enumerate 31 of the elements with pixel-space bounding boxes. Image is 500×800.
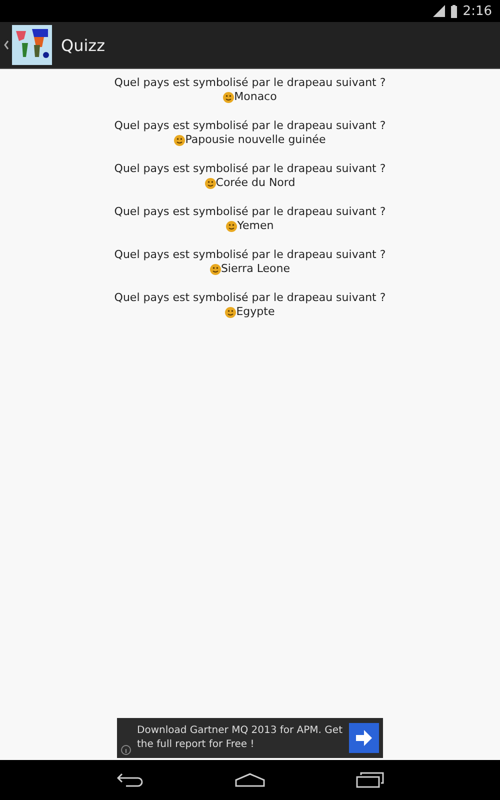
smiley-icon <box>210 264 221 274</box>
question-text: Quel pays est symbolisé par le drapeau suivant ? <box>114 248 386 262</box>
clock-time: 2:16 <box>462 4 492 18</box>
smiley-icon <box>225 306 236 318</box>
answer-text: Corée du Nord <box>216 176 296 190</box>
battery-icon <box>450 4 458 18</box>
question-text: Quel pays est symbolisé par le drapeau suivant ? <box>114 162 386 176</box>
question-text: Quel pays est symbolisé par le drapeau suivant ? <box>114 119 386 133</box>
smiley-icon <box>226 220 238 232</box>
back-icon[interactable] <box>116 773 144 787</box>
info-icon[interactable] <box>121 745 131 755</box>
answer-text: Sierra Leone <box>220 262 290 276</box>
question-text: Quel pays est symbolisé par le drapeau suivant ? <box>114 205 386 219</box>
back-chevron-icon[interactable] <box>4 40 9 50</box>
smiley-icon <box>174 134 186 146</box>
question-text: Quel pays est symbolisé par le drapeau suivant ? <box>114 291 386 305</box>
ad-banner[interactable]: Download Gartner MQ 2013 for APM. Get the full report for Free ! <box>117 718 383 758</box>
question-text: Quel pays est symbolisé par le drapeau suivant ? <box>114 76 386 90</box>
smiley-icon <box>204 178 216 188</box>
smiley-icon <box>223 92 234 102</box>
ad-text: Download Gartner MQ 2013 for APM. Get the full report for Free ! <box>137 724 344 752</box>
answer-text: Papousie nouvelle guinée <box>185 133 326 147</box>
recent-apps-icon[interactable] <box>356 772 384 788</box>
answer-text: Monaco <box>234 90 277 104</box>
signal-icon <box>432 5 445 17</box>
answer-text: Egypte <box>236 305 275 319</box>
app-title: Quizz <box>61 36 105 54</box>
home-icon[interactable] <box>234 773 265 787</box>
arrow-right-icon[interactable] <box>349 723 379 753</box>
world-map-icon[interactable] <box>12 25 52 65</box>
answer-text: Yemen <box>237 219 274 233</box>
